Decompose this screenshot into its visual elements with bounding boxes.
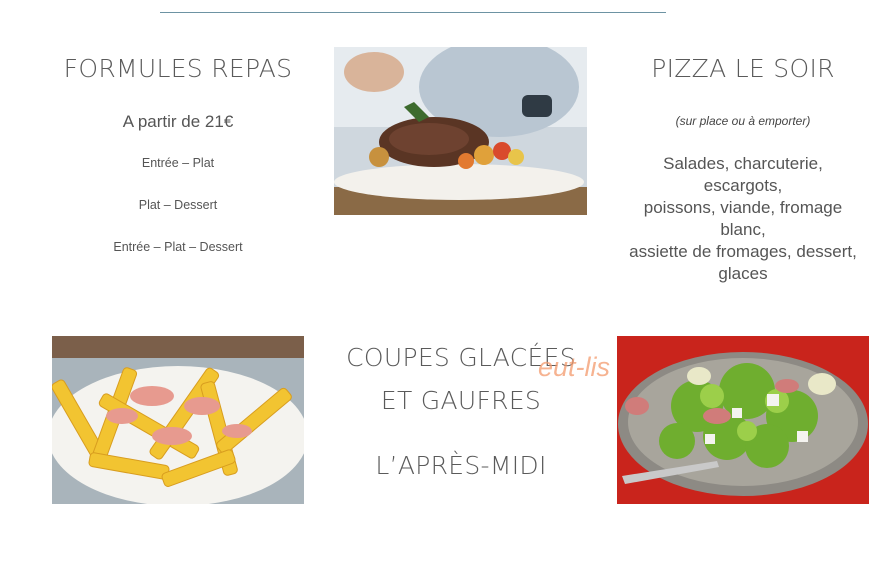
pizza-menu-list: Salades, charcuterie, escargots, poisson… bbox=[605, 153, 881, 285]
formule-option: Entrée – Plat – Dessert bbox=[113, 240, 243, 254]
top-divider bbox=[160, 12, 666, 13]
pizza-menu-line: poissons, viande, fromage bbox=[643, 198, 843, 217]
apres-midi-subtitle: L’APRÈS-MIDI bbox=[375, 451, 547, 480]
salad-image bbox=[617, 336, 869, 504]
pizza-note: (sur place ou à emporter) bbox=[675, 114, 811, 128]
pizza-menu-line: blanc, bbox=[720, 220, 766, 239]
pizza-menu-line: Salades, charcuterie, bbox=[663, 154, 823, 173]
formule-option: Entrée – Plat bbox=[141, 156, 215, 170]
pizza-menu-line: escargots, bbox=[703, 176, 783, 195]
formules-price: A partir de 21€ bbox=[122, 112, 234, 131]
pizza-menu-line: assiette de fromages, dessert, bbox=[629, 242, 857, 261]
watermark-text: eut-lis bbox=[538, 352, 611, 382]
formules-title: FORMULES REPAS bbox=[63, 54, 293, 83]
fries-image bbox=[52, 336, 304, 504]
pizza-menu-line: glaces bbox=[718, 264, 768, 283]
formule-option: Plat – Dessert bbox=[138, 198, 218, 212]
pizza-title: PIZZA LE SOIR bbox=[651, 54, 835, 83]
coupes-title-line2: ET GAUFRES bbox=[380, 386, 542, 415]
steak-dish-image bbox=[334, 47, 587, 215]
